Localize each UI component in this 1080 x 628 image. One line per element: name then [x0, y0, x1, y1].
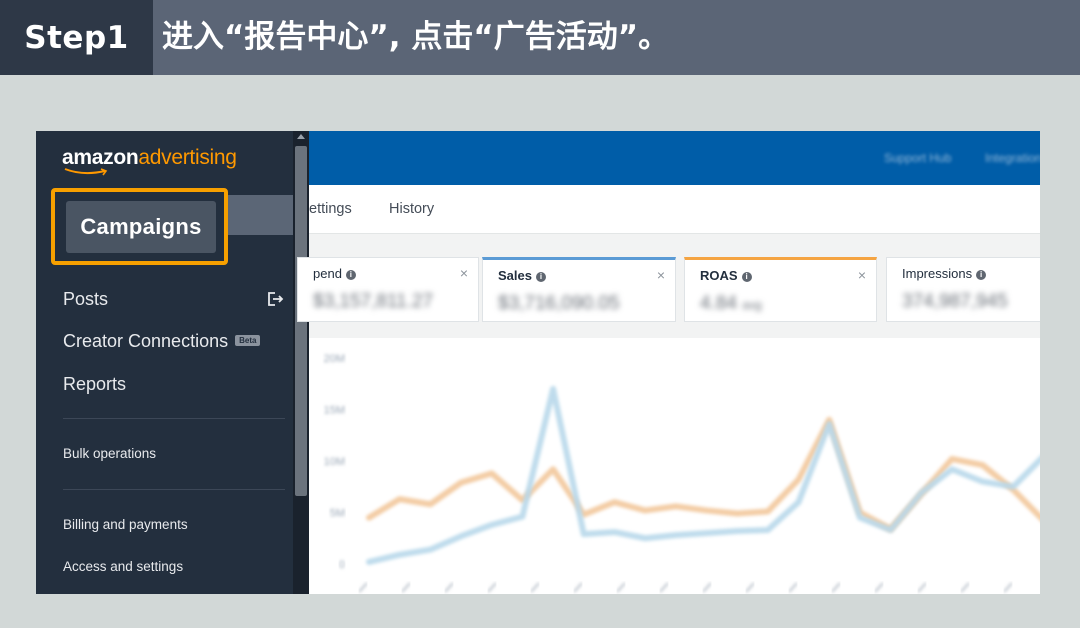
info-icon: i	[535, 271, 546, 282]
x-tick-mark	[831, 582, 841, 593]
nav-item-bulk-operations[interactable]: Bulk operations	[63, 446, 156, 461]
x-tick-mark	[917, 582, 927, 593]
metric-card-roas[interactable]: ROAS i × 4.84 avg	[684, 257, 877, 322]
x-tick-mark	[874, 582, 884, 593]
nav-item-billing-payments[interactable]: Billing and payments	[63, 517, 188, 532]
metric-card-impressions[interactable]: Impressions i 374,987,945	[886, 257, 1040, 322]
series-line-1	[366, 385, 1040, 565]
metric-label-text: pend	[313, 266, 342, 281]
metric-label: ROAS i	[700, 268, 752, 283]
performance-chart: 20M 15M 10M 5M 0	[309, 338, 1040, 594]
creator-connections-label: Creator Connections	[63, 331, 229, 351]
info-icon: i	[976, 269, 987, 280]
y-tick-label: 15M	[324, 405, 345, 417]
x-tick-mark	[530, 582, 540, 593]
nav-item-reports[interactable]: Reports	[63, 374, 126, 395]
close-icon[interactable]: ×	[858, 267, 866, 283]
nav-divider	[63, 489, 285, 490]
metric-value: 4.84 avg	[700, 293, 762, 315]
nav-item-posts[interactable]: Posts	[63, 289, 108, 310]
x-tick-mark	[358, 582, 368, 593]
y-tick-label: 0	[339, 559, 345, 571]
y-tick-label: 10M	[324, 456, 345, 468]
campaigns-button[interactable]: Campaigns	[66, 201, 216, 253]
metric-label-text: ROAS	[700, 268, 738, 283]
x-tick-mark	[573, 582, 583, 593]
beta-badge: Beta	[235, 334, 261, 346]
x-tick-mark	[401, 582, 411, 593]
nav-item-access-settings[interactable]: Access and settings	[63, 559, 183, 574]
metric-label-text: Impressions	[902, 266, 973, 281]
nav-divider	[63, 418, 285, 419]
logo-word-advertising: advertising	[138, 146, 237, 169]
x-tick-mark	[702, 582, 712, 593]
x-tick-mark	[659, 582, 669, 593]
tab-bar: ettings History	[309, 185, 1040, 234]
y-tick-label: 5M	[330, 508, 345, 520]
topbar-link-support[interactable]: Support Hub	[884, 151, 951, 165]
tab-history[interactable]: History	[389, 201, 434, 217]
step-box: Step1	[0, 0, 153, 75]
main-content: pend i × $3,157,811.27 Sales i × $3,716,09…	[297, 234, 1040, 594]
topbar-link-integration[interactable]: Integration	[985, 151, 1040, 165]
metric-value: $3,157,811.27	[313, 291, 434, 312]
x-tick-mark	[487, 582, 497, 593]
x-tick-mark	[616, 582, 626, 593]
roas-unit: avg	[742, 298, 762, 312]
series-line-0	[366, 416, 1040, 532]
logo-word-amazon: amazon	[62, 146, 139, 169]
roas-value: 4.84	[700, 293, 737, 314]
close-icon[interactable]: ×	[657, 267, 665, 283]
external-link-icon[interactable]	[266, 290, 284, 308]
amazon-advertising-logo: amazonadvertising	[62, 146, 237, 170]
info-icon: i	[741, 271, 752, 282]
step-label: Step1	[24, 19, 129, 56]
top-navigation-bar: Support Hub Integration	[309, 131, 1040, 185]
metric-label: Sales i	[498, 268, 546, 283]
line-chart: 20M 15M 10M 5M 0	[324, 353, 1040, 593]
app-screenshot: amazonadvertising Campaigns Posts Creato…	[36, 131, 1040, 594]
close-icon[interactable]: ×	[460, 265, 468, 281]
x-tick-mark	[444, 582, 454, 593]
selected-nav-indicator	[228, 195, 293, 235]
instruction-banner: Step1 进入“报告中心”, 点击“广告活动”。	[0, 0, 1080, 75]
y-tick-label: 20M	[324, 353, 345, 365]
metric-card-spend[interactable]: pend i × $3,157,811.27	[297, 257, 479, 322]
x-tick-mark	[788, 582, 798, 593]
metric-label: pend i	[313, 266, 356, 281]
x-tick-mark	[745, 582, 755, 593]
metric-label: Impressions i	[902, 266, 987, 281]
instruction-text: 进入“报告中心”, 点击“广告活动”。	[162, 19, 670, 55]
metric-card-sales[interactable]: Sales i × $3,716,090.05	[482, 257, 676, 322]
nav-item-creator-connections[interactable]: Creator Connections Beta	[63, 331, 261, 352]
amazon-smile-icon	[64, 168, 108, 176]
metric-value: 374,987,945	[902, 291, 1008, 312]
sidebar: amazonadvertising Campaigns Posts Creato…	[36, 131, 293, 594]
x-tick-mark	[1003, 582, 1013, 593]
metric-value: $3,716,090.05	[498, 293, 620, 314]
scroll-up-arrow-icon[interactable]	[297, 134, 305, 139]
tab-settings[interactable]: ettings	[309, 201, 352, 217]
info-icon: i	[345, 269, 356, 280]
x-tick-mark	[960, 582, 970, 593]
metric-label-text: Sales	[498, 268, 532, 283]
